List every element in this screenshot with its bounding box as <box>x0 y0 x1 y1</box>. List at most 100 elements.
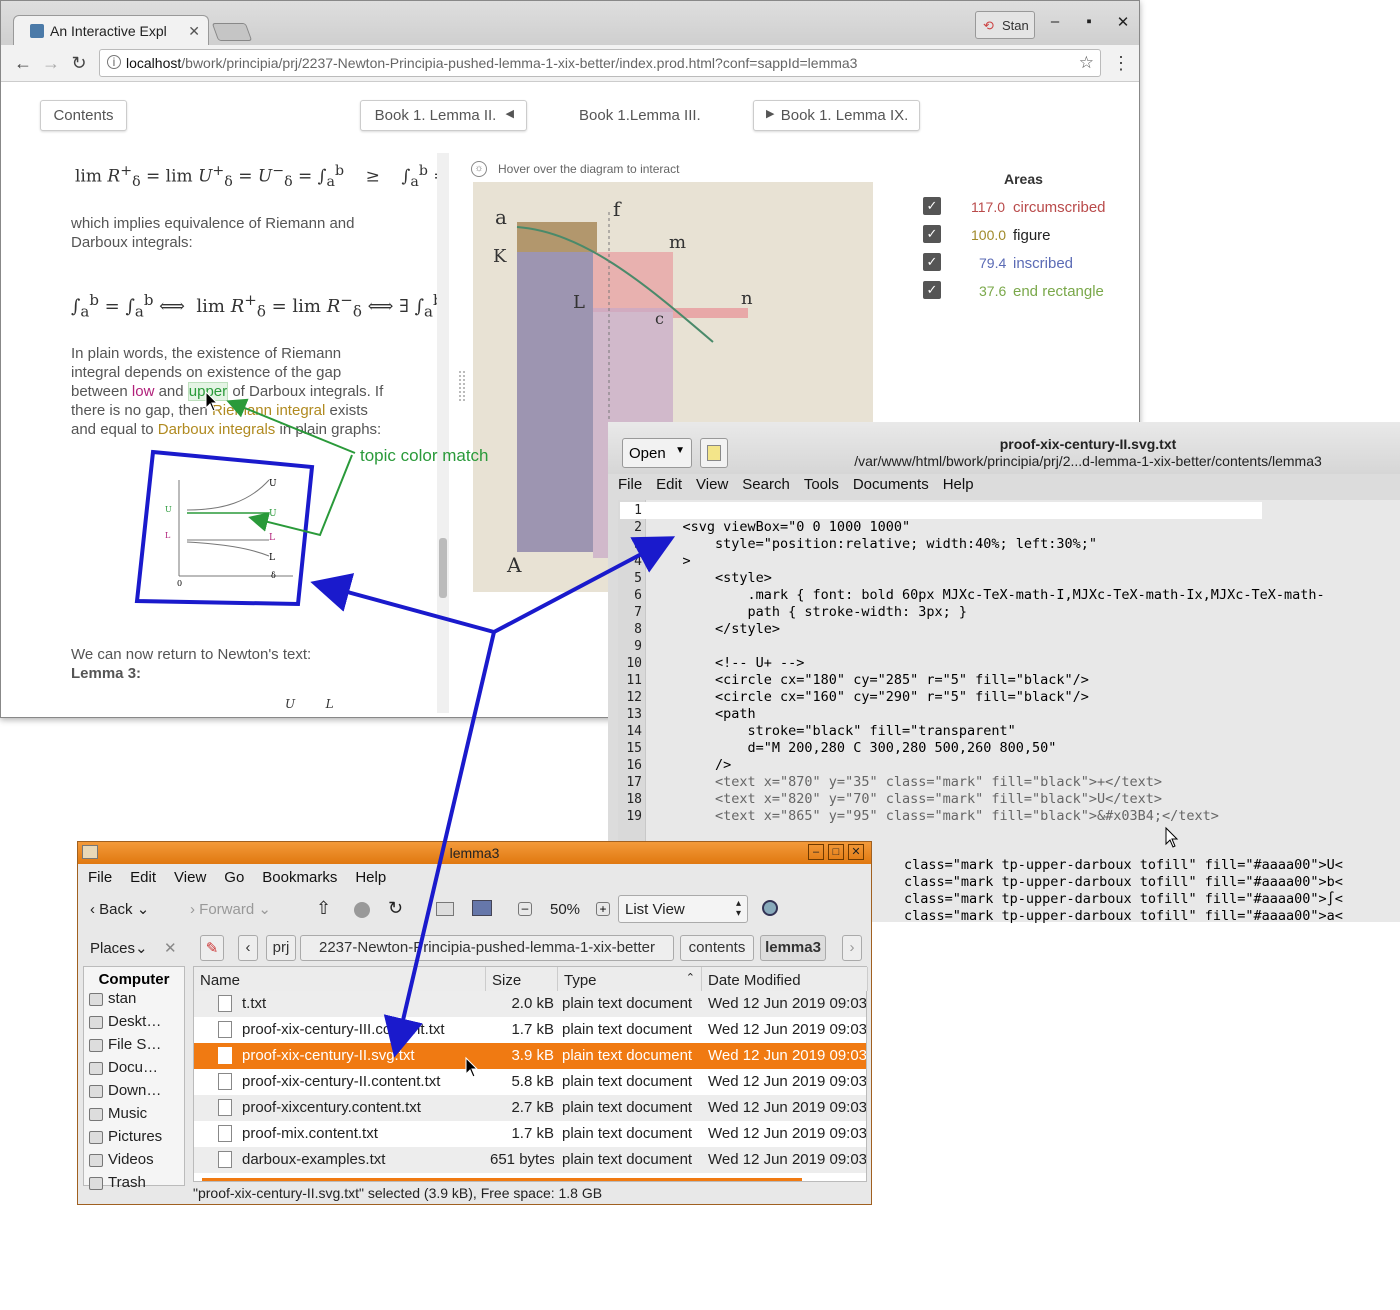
text-scrollbar[interactable] <box>437 153 449 713</box>
horizontal-scrollbar[interactable] <box>202 1178 802 1181</box>
sidebar-item-documents[interactable]: Docu… <box>84 1059 184 1082</box>
reload-icon[interactable]: ↻ <box>67 53 91 74</box>
info-icon[interactable]: i <box>107 55 121 69</box>
back-arrow-icon[interactable]: ← <box>11 53 35 74</box>
forward-button[interactable]: › Forward ⌄ <box>190 900 271 918</box>
file-row[interactable]: proof-xix-century-II.content.txt 5.8 kB pl… <box>194 1069 866 1095</box>
profile-button[interactable]: ⟲ Stan <box>975 11 1035 39</box>
menu-help[interactable]: Help <box>943 476 974 493</box>
topic-upper-link[interactable]: upper <box>187 382 229 401</box>
tab-close-icon[interactable]: ✕ <box>188 23 200 40</box>
area-row-figure[interactable]: ✓ 100.0 figure <box>923 225 1123 247</box>
menu-view[interactable]: View <box>174 869 206 886</box>
area-row-end-rectangle[interactable]: ✓ 37.6 end rectangle <box>923 281 1123 303</box>
menu-file[interactable]: File <box>88 869 112 886</box>
file-row[interactable]: proof-xix-century-III.content.txt 1.7 kB p… <box>194 1017 866 1043</box>
prev-lemma-button[interactable]: Book 1. Lemma II. ◀ <box>360 100 527 131</box>
folder-icon <box>82 845 98 859</box>
sidebar-item-stan[interactable]: stan <box>84 990 184 1013</box>
file-row[interactable]: proof-mix.content.txt 1.7 kB plain text do… <box>194 1121 866 1147</box>
address-bar[interactable]: i localhost/bwork/principia/prj/2237-New… <box>99 49 1101 77</box>
crumb-prj[interactable]: prj <box>266 935 296 961</box>
checkbox-checked-icon[interactable]: ✓ <box>923 253 941 271</box>
code-line: <circle cx="180" cy="285" r="5" fill="bl… <box>650 672 1089 688</box>
column-name[interactable]: Name <box>194 967 486 991</box>
darboux-mini-graph[interactable]: U U L L U L 0 δ <box>153 476 295 596</box>
menu-edit[interactable]: Edit <box>130 869 156 886</box>
code-line: <text x="870" y="35" class="mark" fill="… <box>650 774 1163 790</box>
svg-text:L: L <box>269 533 275 543</box>
topic-darboux-link[interactable]: Darboux integrals <box>158 421 276 438</box>
minimize-button[interactable]: – <box>1044 13 1066 30</box>
checkbox-checked-icon[interactable]: ✓ <box>923 281 941 299</box>
status-bar: "proof-xix-century-II.svg.txt" selected … <box>193 1185 603 1201</box>
scrollbar-thumb[interactable] <box>439 538 447 598</box>
forward-arrow-icon[interactable]: → <box>39 53 63 74</box>
sidebar-item-pictures[interactable]: Pictures <box>84 1128 184 1151</box>
minimize-button[interactable]: – <box>808 844 824 860</box>
checkbox-checked-icon[interactable]: ✓ <box>923 197 941 215</box>
file-row[interactable]: proof-xix-century-II.svg.txt 3.9 kB plain … <box>194 1043 866 1069</box>
file-row[interactable]: darboux-examples.txt 651 bytes plain text … <box>194 1147 866 1173</box>
file-row[interactable]: proof-xixcentury.content.txt 2.7 kB plain … <box>194 1095 866 1121</box>
places-dropdown[interactable]: Places⌄ <box>90 939 148 957</box>
sidebar-item-downloads[interactable]: Down… <box>84 1082 184 1105</box>
line-number: 17 <box>626 775 642 790</box>
close-sidebar-icon[interactable]: ✕ <box>164 939 177 957</box>
pane-resize-handle[interactable] <box>459 371 465 401</box>
next-lemma-button[interactable]: ▶ Book 1. Lemma IX. <box>753 100 920 131</box>
menu-kebab-icon[interactable]: ⋮ <box>1109 53 1133 74</box>
column-size[interactable]: Size <box>486 967 558 991</box>
reload-icon[interactable]: ↻ <box>388 898 403 919</box>
up-arrow-icon[interactable]: ⇧ <box>316 898 331 919</box>
menu-edit[interactable]: Edit <box>656 476 682 493</box>
stop-icon[interactable] <box>354 902 370 918</box>
menu-search[interactable]: Search <box>742 476 790 493</box>
crumb-left-arrow-icon[interactable]: ‹ <box>238 935 258 961</box>
menu-help[interactable]: Help <box>355 869 386 886</box>
zoom-out-icon[interactable]: – <box>518 902 532 916</box>
sidebar-item-trash[interactable]: Trash <box>84 1174 184 1197</box>
new-tab-button[interactable] <box>211 23 253 41</box>
sidebar-item-videos[interactable]: Videos <box>84 1151 184 1174</box>
close-window-button[interactable]: ✕ <box>1112 13 1134 31</box>
open-button[interactable]: Open ▼ <box>622 438 692 468</box>
checkbox-checked-icon[interactable]: ✓ <box>923 225 941 243</box>
browser-tab[interactable]: An Interactive Expl ✕ <box>13 15 209 45</box>
zoom-in-icon[interactable]: + <box>596 902 610 916</box>
edit-location-icon[interactable]: ✎ <box>200 935 224 961</box>
crumb-project[interactable]: 2237-Newton-Principia-pushed-lemma-1-xix… <box>300 935 674 961</box>
topic-riemann-link[interactable]: Riemann integral <box>212 402 325 419</box>
crumb-lemma3[interactable]: lemma3 <box>760 935 826 961</box>
file-row[interactable]: t.txt 2.0 kB plain text document Wed 12 Jun… <box>194 991 866 1017</box>
column-type[interactable]: Type ⌃ <box>558 967 702 991</box>
sidebar-item-filesystem[interactable]: File S… <box>84 1036 184 1059</box>
area-row-inscribed[interactable]: ✓ 79.4 inscribed <box>923 253 1123 275</box>
menu-documents[interactable]: Documents <box>853 476 929 493</box>
search-icon[interactable] <box>762 900 778 916</box>
close-button[interactable]: ✕ <box>848 844 864 860</box>
sidebar-item-desktop[interactable]: Deskt… <box>84 1013 184 1036</box>
menu-file[interactable]: File <box>618 476 642 493</box>
bookmark-star-icon[interactable]: ☆ <box>1079 53 1094 73</box>
sidebar-item-music[interactable]: Music <box>84 1105 184 1128</box>
maximize-button[interactable]: □ <box>828 844 844 860</box>
crumb-right-arrow-icon[interactable]: › <box>842 935 862 961</box>
menu-tools[interactable]: Tools <box>804 476 839 493</box>
maximize-button[interactable]: ▪ <box>1078 13 1100 30</box>
back-button[interactable]: ‹ Back ⌄ <box>90 900 149 918</box>
column-date-modified[interactable]: Date Modified <box>702 967 868 991</box>
computer-icon[interactable] <box>472 900 492 916</box>
area-row-circumscribed[interactable]: ✓ 117.0 circumscribed <box>923 197 1123 219</box>
menu-bookmarks[interactable]: Bookmarks <box>262 869 337 886</box>
graphs-text: in plain graphs: <box>279 421 382 438</box>
svg-text:K: K <box>493 246 507 267</box>
crumb-contents[interactable]: contents <box>680 935 754 961</box>
view-mode-select[interactable]: List View ▴ ▾ <box>618 895 748 923</box>
contents-button[interactable]: Contents <box>40 100 127 131</box>
menu-go[interactable]: Go <box>224 869 244 886</box>
home-icon[interactable] <box>436 902 454 916</box>
menu-view[interactable]: View <box>696 476 728 493</box>
topic-low-link[interactable]: low <box>132 383 155 400</box>
new-document-button[interactable] <box>700 438 728 468</box>
